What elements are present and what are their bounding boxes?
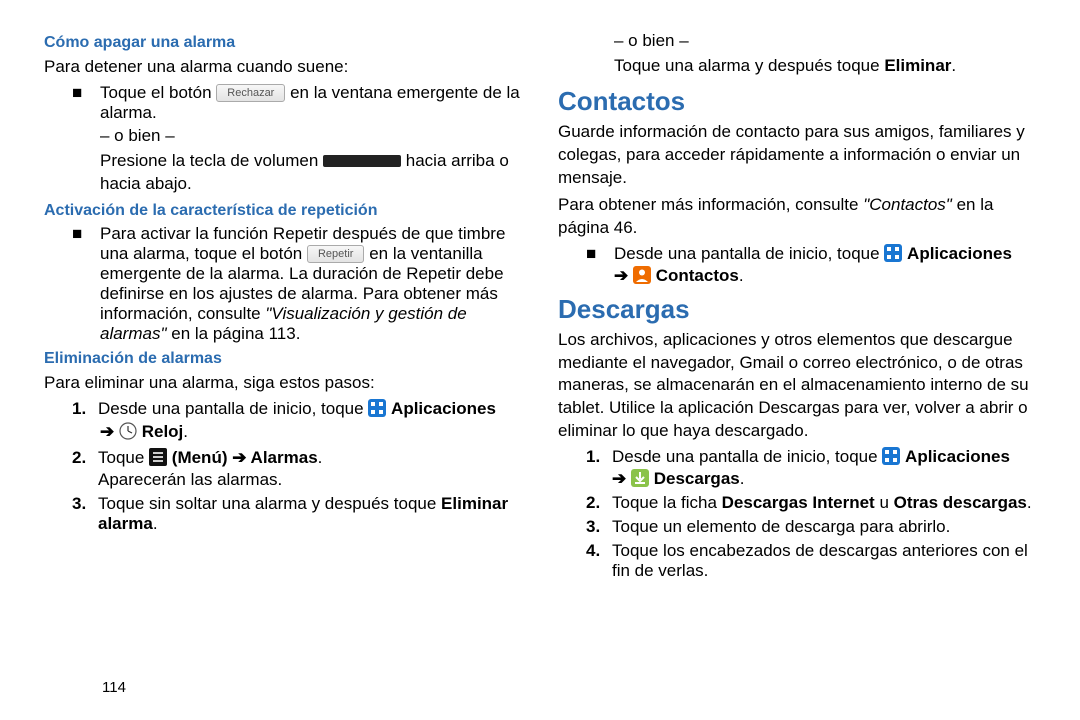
step-cont: ➔ Descargas.: [612, 469, 1036, 489]
text: u: [879, 493, 893, 512]
rechazar-button: Rechazar: [216, 84, 285, 102]
text-volumen: Presione la tecla de volumen hacia arrib…: [100, 150, 522, 196]
bullet-item: ■ Toque el botón Rechazar en la ventana …: [44, 83, 522, 123]
step-2: 2. Toque la ficha Descargas Internet u O…: [558, 493, 1036, 513]
bullet-body: Desde una pantalla de inicio, toque Apli…: [614, 244, 1036, 286]
bullet-icon: ■: [558, 244, 614, 286]
apps-label: Aplicaciones: [907, 244, 1012, 263]
apps-grid-icon: [884, 244, 902, 262]
step-body: Desde una pantalla de inicio, toque Apli…: [612, 447, 1036, 489]
step-body: Toque la ficha Descargas Internet u Otra…: [612, 493, 1036, 513]
right-column: – o bien – Toque una alarma y después to…: [540, 28, 1036, 708]
volume-key-icon: [323, 155, 401, 167]
text-obien: – o bien –: [100, 125, 522, 148]
apps-label: Aplicaciones: [391, 399, 496, 418]
text: Toque una alarma y después toque: [614, 56, 884, 75]
step-number: 1.: [558, 447, 612, 489]
descargas-label: Descargas: [654, 469, 740, 488]
step-body: Toque un elemento de descarga para abrir…: [612, 517, 1036, 537]
text: Toque sin soltar una alarma y después to…: [98, 494, 441, 513]
period: .: [318, 448, 323, 467]
step-number: 3.: [558, 517, 612, 537]
step-1: 1. Desde una pantalla de inicio, toque A…: [44, 399, 522, 419]
period: .: [740, 469, 745, 488]
step-2: 2. Toque (Menú) ➔ Alarmas. Aparecerán la…: [44, 448, 522, 490]
bullet-icon: ■: [44, 83, 100, 123]
text-eliminar-alt: Toque una alarma y después toque Elimina…: [614, 55, 1036, 78]
eliminar-label: Eliminar: [884, 56, 951, 75]
contactos-label: Contactos: [656, 266, 739, 285]
apps-grid-icon: [368, 399, 386, 417]
manual-page: Cómo apagar una alarma Para detener una …: [0, 0, 1080, 720]
text: Desde una pantalla de inicio, toque: [614, 244, 884, 263]
apps-grid-icon: [882, 447, 900, 465]
downloads-icon: [631, 469, 649, 487]
reloj-label: Reloj: [142, 422, 184, 441]
text: Toque el botón: [100, 83, 216, 102]
bullet-item: ■ Para activar la función Repetir despué…: [44, 224, 522, 344]
menu-icon: [149, 448, 167, 466]
menu-alarmas-label: (Menú) ➔ Alarmas: [172, 448, 318, 467]
arrow-icon: ➔: [614, 266, 628, 285]
period: .: [1027, 493, 1032, 512]
descargas-internet-label: Descargas Internet: [722, 493, 875, 512]
clock-icon: [119, 422, 137, 440]
text: Aparecerán las alarmas.: [98, 470, 522, 490]
text: Para obtener más información, consulte: [558, 195, 863, 214]
heading-repeticion: Activación de la característica de repet…: [44, 202, 522, 220]
heading-eliminacion: Eliminación de alarmas: [44, 350, 522, 368]
step-number: 1.: [44, 399, 98, 419]
left-column: Cómo apagar una alarma Para detener una …: [44, 28, 540, 708]
apps-label: Aplicaciones: [905, 447, 1010, 466]
page-number: 114: [102, 679, 126, 696]
text: Toque: [98, 448, 149, 467]
step-body: Desde una pantalla de inicio, toque Apli…: [98, 399, 522, 419]
period: .: [153, 514, 158, 533]
step-body: Toque los encabezados de descargas anter…: [612, 541, 1036, 581]
text-contactos-ref: Para obtener más información, consulte "…: [558, 194, 1036, 240]
text-intro-eliminar: Para eliminar una alarma, siga estos pas…: [44, 372, 522, 395]
heading-contactos: Contactos: [558, 86, 1036, 117]
step-3: 3. Toque sin soltar una alarma y después…: [44, 494, 522, 534]
step-body: Toque sin soltar una alarma y después to…: [98, 494, 522, 534]
step-1-cont: ➔ Reloj.: [100, 421, 522, 444]
bullet-body: Toque el botón Rechazar en la ventana em…: [100, 83, 522, 123]
arrow-icon: ➔: [100, 422, 114, 441]
contacts-icon: [633, 266, 651, 284]
text: Desde una pantalla de inicio, toque: [98, 399, 368, 418]
period: .: [951, 56, 956, 75]
bullet-item: ■ Desde una pantalla de inicio, toque Ap…: [558, 244, 1036, 286]
text: en la página 113.: [171, 324, 300, 343]
repetir-button: Repetir: [307, 245, 364, 263]
text: Presione la tecla de volumen: [100, 151, 323, 170]
step-number: 3.: [44, 494, 98, 534]
otras-descargas-label: Otras descargas: [894, 493, 1027, 512]
cross-reference: "Contactos": [863, 195, 952, 214]
text-intro-apagar: Para detener una alarma cuando suene:: [44, 56, 522, 79]
step-3: 3. Toque un elemento de descarga para ab…: [558, 517, 1036, 537]
step-4: 4. Toque los encabezados de descargas an…: [558, 541, 1036, 581]
heading-descargas: Descargas: [558, 294, 1036, 325]
period: .: [183, 422, 188, 441]
arrow-icon: ➔: [612, 469, 626, 488]
text-contactos-desc: Guarde información de contacto para sus …: [558, 121, 1036, 190]
step-cont: ➔ Contactos.: [614, 266, 1036, 286]
step-1: 1. Desde una pantalla de inicio, toque A…: [558, 447, 1036, 489]
text-descargas-desc: Los archivos, aplicaciones y otros eleme…: [558, 329, 1036, 444]
step-number: 2.: [44, 448, 98, 490]
period: .: [739, 266, 744, 285]
step-number: 4.: [558, 541, 612, 581]
bullet-body: Para activar la función Repetir después …: [100, 224, 522, 344]
heading-apagar-alarma: Cómo apagar una alarma: [44, 34, 522, 52]
bullet-icon: ■: [44, 224, 100, 344]
text: Desde una pantalla de inicio, toque: [612, 447, 882, 466]
step-number: 2.: [558, 493, 612, 513]
step-body: Toque (Menú) ➔ Alarmas. Aparecerán las a…: [98, 448, 522, 490]
text-obien: – o bien –: [614, 30, 1036, 53]
text: Toque la ficha: [612, 493, 722, 512]
